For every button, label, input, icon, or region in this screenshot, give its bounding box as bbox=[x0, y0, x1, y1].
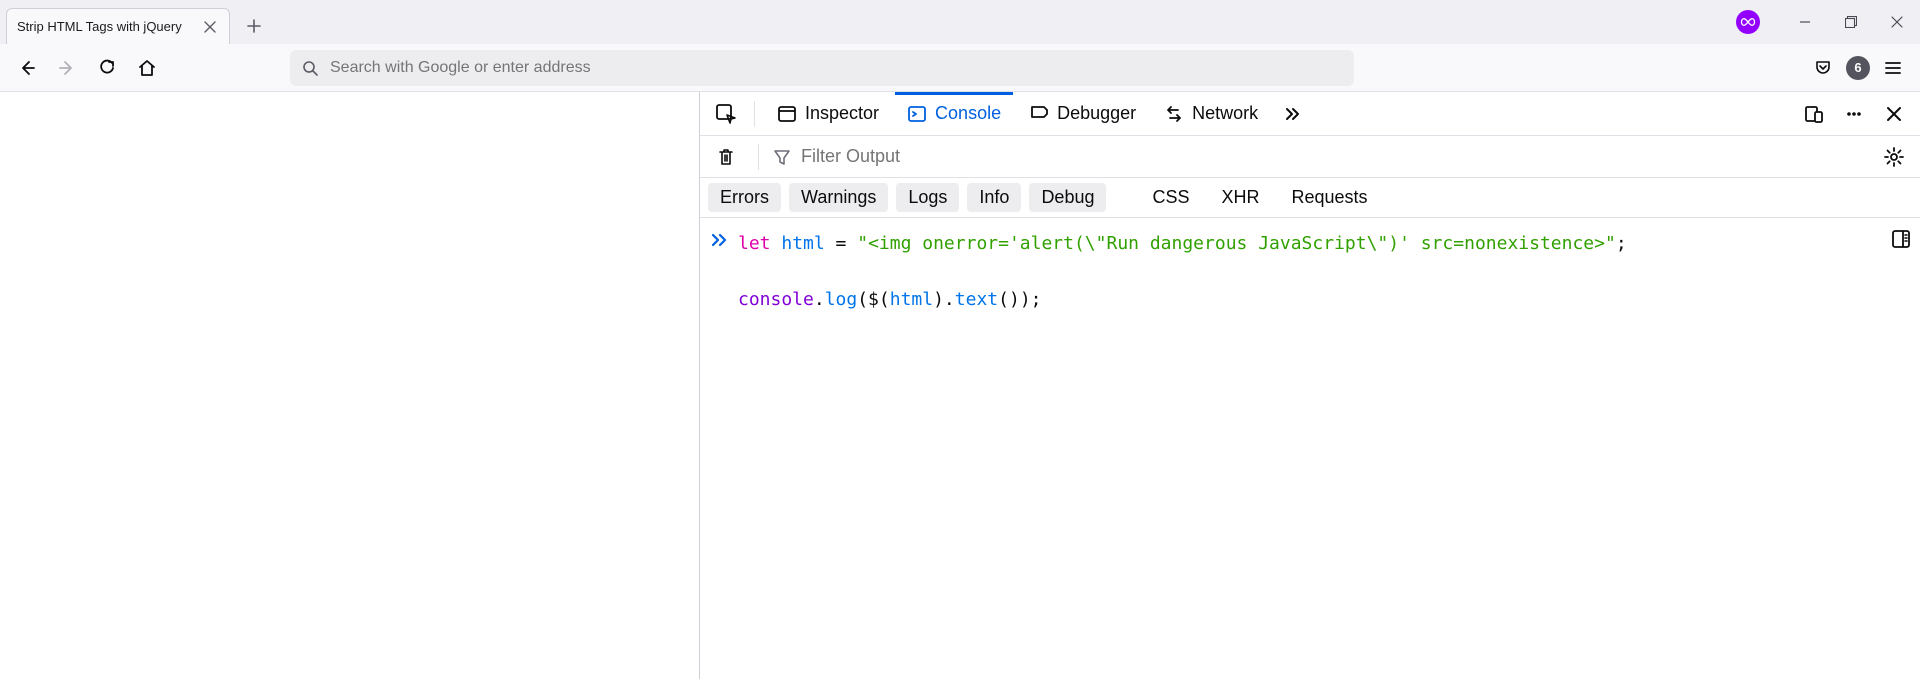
infinity-icon bbox=[1740, 14, 1756, 30]
window-controls bbox=[1736, 0, 1920, 44]
console-code[interactable]: let html = "<img onerror='alert(\"Run da… bbox=[738, 230, 1910, 679]
window-minimize-button[interactable] bbox=[1782, 0, 1828, 44]
tab-debugger[interactable]: Debugger bbox=[1017, 92, 1148, 136]
extensions-badge[interactable]: 6 bbox=[1846, 56, 1870, 80]
tab-label: Console bbox=[935, 103, 1001, 124]
pocket-icon bbox=[1814, 59, 1832, 77]
new-tab-button[interactable] bbox=[238, 10, 270, 42]
close-icon bbox=[204, 21, 216, 33]
browser-titlebar: Strip HTML Tags with jQuery bbox=[0, 0, 1920, 44]
element-picker-button[interactable] bbox=[708, 96, 744, 132]
filter-info[interactable]: Info bbox=[967, 183, 1021, 212]
tab-network[interactable]: Network bbox=[1152, 92, 1270, 136]
separator bbox=[758, 144, 759, 170]
hamburger-icon bbox=[1884, 59, 1902, 77]
console-filter[interactable] bbox=[773, 145, 1868, 168]
console-icon bbox=[907, 104, 927, 124]
separator bbox=[754, 101, 755, 127]
devtools-toolbar: Inspector Console Debugger Network bbox=[700, 92, 1920, 136]
tab-title: Strip HTML Tags with jQuery bbox=[17, 19, 193, 34]
inspector-icon bbox=[777, 104, 797, 124]
devtools-panel: Inspector Console Debugger Network bbox=[700, 92, 1920, 679]
firefox-account-badge[interactable] bbox=[1736, 10, 1760, 34]
tab-close-button[interactable] bbox=[201, 18, 219, 36]
console-prompt-icon bbox=[710, 230, 738, 679]
arrow-right-icon bbox=[58, 59, 76, 77]
clear-console-button[interactable] bbox=[708, 139, 744, 175]
gear-icon bbox=[1883, 146, 1905, 168]
browser-tab[interactable]: Strip HTML Tags with jQuery bbox=[6, 8, 230, 44]
arrow-left-icon bbox=[18, 59, 36, 77]
browser-navbar: 6 bbox=[0, 44, 1920, 92]
devtools-kebab-button[interactable] bbox=[1836, 96, 1872, 132]
app-menu-button[interactable] bbox=[1876, 51, 1910, 85]
filter-debug[interactable]: Debug bbox=[1029, 183, 1106, 212]
editor-toggle-button[interactable] bbox=[1890, 228, 1912, 250]
window-close-button[interactable] bbox=[1874, 0, 1920, 44]
url-input[interactable] bbox=[328, 58, 1342, 78]
console-settings-button[interactable] bbox=[1876, 139, 1912, 175]
close-icon bbox=[1891, 16, 1903, 28]
debugger-icon bbox=[1029, 104, 1049, 124]
filter-input[interactable] bbox=[799, 145, 1868, 168]
devices-icon bbox=[1804, 104, 1824, 124]
funnel-icon bbox=[773, 148, 791, 166]
pocket-button[interactable] bbox=[1806, 51, 1840, 85]
maximize-icon bbox=[1845, 16, 1857, 28]
page-viewport bbox=[0, 92, 700, 679]
tab-label: Network bbox=[1192, 103, 1258, 124]
filter-xhr[interactable]: XHR bbox=[1210, 183, 1272, 212]
filter-logs[interactable]: Logs bbox=[896, 183, 959, 212]
pointer-icon bbox=[715, 103, 737, 125]
forward-button[interactable] bbox=[50, 51, 84, 85]
double-chevron-icon bbox=[710, 230, 730, 250]
responsive-design-button[interactable] bbox=[1796, 96, 1832, 132]
extensions-count: 6 bbox=[1854, 60, 1861, 75]
console-input-area[interactable]: let html = "<img onerror='alert(\"Run da… bbox=[700, 218, 1920, 679]
content-area: Inspector Console Debugger Network bbox=[0, 92, 1920, 679]
filter-warnings[interactable]: Warnings bbox=[789, 183, 888, 212]
search-icon bbox=[302, 60, 318, 76]
filter-errors[interactable]: Errors bbox=[708, 183, 781, 212]
chevrons-right-icon bbox=[1282, 104, 1302, 124]
window-maximize-button[interactable] bbox=[1828, 0, 1874, 44]
network-icon bbox=[1164, 104, 1184, 124]
reload-icon bbox=[98, 59, 116, 77]
filter-requests[interactable]: Requests bbox=[1280, 183, 1380, 212]
tab-label: Inspector bbox=[805, 103, 879, 124]
plus-icon bbox=[247, 19, 261, 33]
home-icon bbox=[138, 59, 156, 77]
minimize-icon bbox=[1799, 16, 1811, 28]
console-filter-row bbox=[700, 136, 1920, 178]
reload-button[interactable] bbox=[90, 51, 124, 85]
home-button[interactable] bbox=[130, 51, 164, 85]
tab-inspector[interactable]: Inspector bbox=[765, 92, 891, 136]
sidebar-toggle-icon bbox=[1890, 228, 1912, 250]
trash-icon bbox=[716, 147, 736, 167]
console-category-row: Errors Warnings Logs Info Debug CSS XHR … bbox=[700, 178, 1920, 218]
filter-css[interactable]: CSS bbox=[1140, 183, 1201, 212]
tab-console[interactable]: Console bbox=[895, 92, 1013, 136]
dots-icon bbox=[1844, 104, 1864, 124]
back-button[interactable] bbox=[10, 51, 44, 85]
devtools-close-button[interactable] bbox=[1876, 96, 1912, 132]
url-bar[interactable] bbox=[290, 50, 1354, 86]
tab-label: Debugger bbox=[1057, 103, 1136, 124]
close-icon bbox=[1885, 105, 1903, 123]
devtools-more-tabs[interactable] bbox=[1274, 96, 1310, 132]
